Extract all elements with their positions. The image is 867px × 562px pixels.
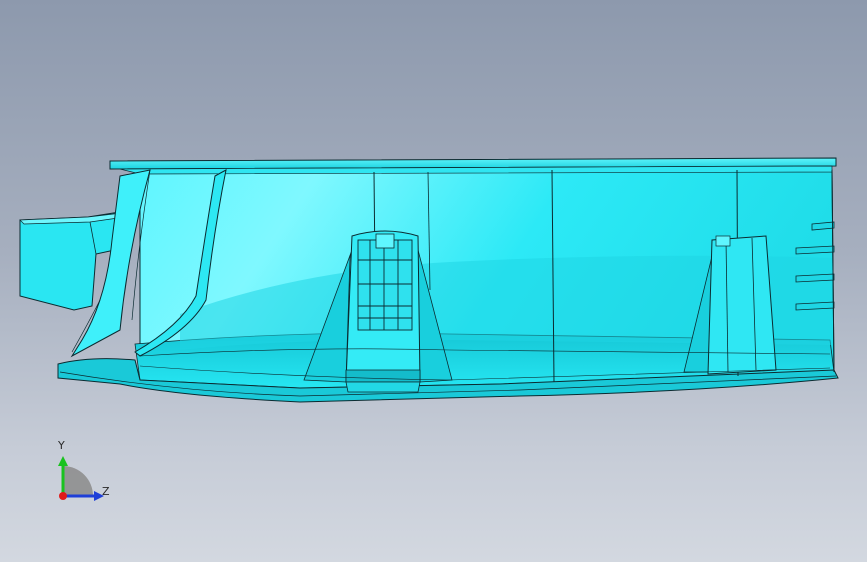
center-boss-grid <box>357 239 413 331</box>
axis-triad: Y Z <box>46 436 126 516</box>
y-axis-label: Y <box>58 439 65 452</box>
z-axis-label: Z <box>102 485 110 498</box>
3d-viewport[interactable]: Y Z <box>0 0 867 562</box>
cad-model[interactable] <box>0 0 867 562</box>
